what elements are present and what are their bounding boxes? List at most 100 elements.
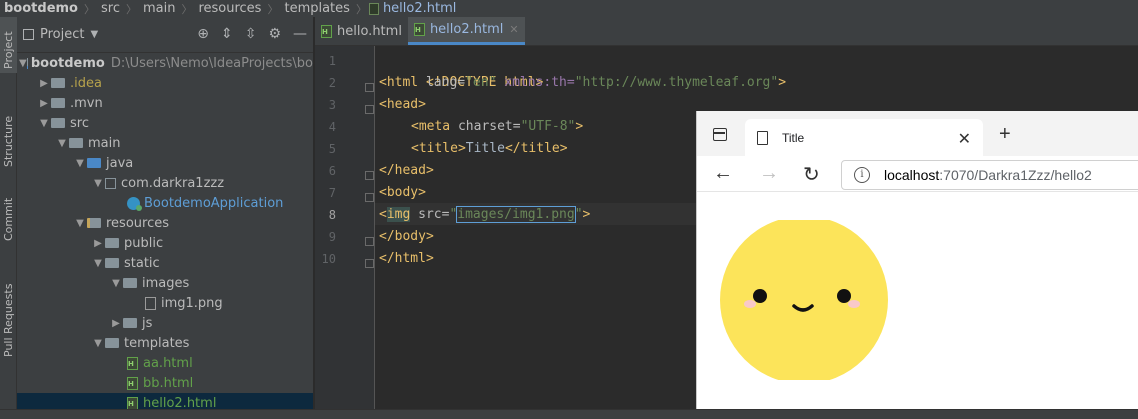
breadcrumb-item-main[interactable]: main <box>139 1 179 16</box>
code-token: <head> <box>379 97 426 112</box>
fold-marker-icon[interactable] <box>365 171 374 180</box>
tree-item-label: java <box>106 155 134 171</box>
tree-item-java[interactable]: ▼ java <box>17 153 313 173</box>
gear-icon[interactable]: ⚙ <box>268 26 281 42</box>
back-icon[interactable]: ← <box>713 162 733 185</box>
tool-tab-pull-requests-label: Pull Requests <box>2 283 15 357</box>
breadcrumb-item-resources[interactable]: resources <box>194 1 265 16</box>
tree-item-main[interactable]: ▼ main <box>17 133 313 153</box>
code-line-3: <head> <box>379 94 426 116</box>
tool-tab-commit[interactable]: Commit <box>0 187 17 243</box>
breadcrumb-item-src[interactable]: src <box>97 1 124 16</box>
code-token: </html> <box>379 251 434 266</box>
line-number-current: 8 <box>328 208 336 222</box>
expand-all-icon[interactable]: ⇕ <box>221 26 233 42</box>
tree-item-idea[interactable]: ▶ .idea <box>17 73 313 93</box>
browser-content <box>697 192 1138 409</box>
hide-panel-icon[interactable]: — <box>293 26 307 42</box>
project-panel-header: Project ▼ ⊕ ⇕ ⇳ ⚙ — <box>17 17 313 53</box>
collapse-all-icon[interactable]: ⇳ <box>245 26 257 42</box>
code-token-highlighted: images/img1.png <box>456 206 576 223</box>
folder-icon <box>51 98 65 108</box>
code-token: lang= <box>418 75 466 90</box>
tree-item-public[interactable]: ▶ public <box>17 233 313 253</box>
fold-marker-icon[interactable] <box>365 259 374 268</box>
editor-tab-hello[interactable]: hello.html <box>315 17 408 45</box>
close-icon[interactable]: ✕ <box>509 23 518 36</box>
tree-item-src[interactable]: ▼ src <box>17 113 313 133</box>
code-token: < <box>379 207 387 222</box>
chevron-right-icon: 〉 <box>83 2 95 16</box>
breadcrumb-item-bootdemo[interactable]: bootdemo <box>0 1 82 16</box>
html-file-icon <box>321 24 332 38</box>
new-tab-icon[interactable]: + <box>999 123 1011 146</box>
line-number: 10 <box>321 252 336 266</box>
tree-item-templates[interactable]: ▼ templates <box>17 333 313 353</box>
html-file-icon <box>127 376 138 390</box>
folder-icon <box>51 118 65 128</box>
chevron-down-icon[interactable]: ▼ <box>90 29 98 40</box>
reload-icon[interactable]: ↻ <box>803 162 820 187</box>
tree-item-img1[interactable]: img1.png <box>17 293 313 313</box>
tree-item-static[interactable]: ▼ static <box>17 253 313 273</box>
url-path: :7070/Darkra1Zzz/hello2 <box>939 167 1092 183</box>
code-token: > <box>575 119 584 134</box>
chevron-down-icon[interactable]: ▼ <box>55 138 69 149</box>
code-line-5: <title>Title</title> <box>411 138 568 160</box>
browser-window: Title ✕ + ← → ↻ i localhost:7070/Darkra1… <box>696 111 1138 409</box>
tab-actions-icon[interactable] <box>713 128 727 141</box>
fold-marker-icon[interactable] <box>365 193 374 202</box>
tree-item-bootdemoapplication[interactable]: BootdemoApplication <box>17 193 313 213</box>
info-icon[interactable]: i <box>854 167 870 183</box>
project-view-icon <box>23 29 34 40</box>
fold-marker-icon[interactable] <box>365 105 374 114</box>
chevron-down-icon[interactable]: ▼ <box>91 338 105 349</box>
chevron-down-icon[interactable]: ▼ <box>73 218 87 229</box>
chevron-right-icon[interactable]: ▶ <box>37 98 51 109</box>
tree-item-bootdemo[interactable]: ▼ bootdemo D:\Users\Nemo\IdeaProjects\bo <box>17 53 313 73</box>
tree-item-images[interactable]: ▼ images <box>17 273 313 293</box>
tool-tab-pull-requests[interactable]: Pull Requests <box>0 267 17 359</box>
tree-item-hello2-html[interactable]: hello2.html <box>17 393 313 409</box>
browser-tab[interactable]: Title ✕ <box>745 119 983 156</box>
tree-item-resources[interactable]: ▼ resources <box>17 213 313 233</box>
breadcrumb-item-hello2[interactable]: hello2.html <box>383 1 460 16</box>
fold-marker-icon[interactable] <box>365 237 374 246</box>
code-token: > <box>582 207 591 222</box>
chevron-down-icon[interactable]: ▼ <box>73 158 87 169</box>
chevron-right-icon[interactable]: ▶ <box>37 78 51 89</box>
forward-icon[interactable]: → <box>759 162 779 185</box>
address-bar[interactable]: i localhost:7070/Darkra1Zzz/hello2 <box>841 160 1138 190</box>
chevron-right-icon[interactable]: ▶ <box>91 238 105 249</box>
chevron-right-icon[interactable]: ▶ <box>109 318 123 329</box>
code-token: </head> <box>379 163 434 178</box>
tool-tab-structure[interactable]: Structure <box>0 99 17 169</box>
project-view-selector[interactable]: Project <box>40 27 84 42</box>
code-token: src= <box>410 207 450 222</box>
code-token: > <box>778 75 787 90</box>
chevron-down-icon[interactable]: ▼ <box>91 258 105 269</box>
chevron-down-icon[interactable]: ▼ <box>19 58 27 69</box>
fold-marker-icon[interactable] <box>365 83 374 92</box>
chevron-down-icon[interactable]: ▼ <box>109 278 123 289</box>
code-token: "UTF-8" <box>520 119 576 134</box>
breadcrumb-item-templates[interactable]: templates <box>280 1 353 16</box>
tool-tab-project[interactable]: Project <box>0 17 17 73</box>
close-icon[interactable]: ✕ <box>958 129 971 149</box>
chevron-down-icon[interactable]: ▼ <box>91 178 105 189</box>
tool-tab-structure-label: Structure <box>2 115 15 167</box>
code-line-9: </body> <box>379 226 434 248</box>
line-number: 3 <box>328 98 336 112</box>
editor-tab-label: hello.html <box>337 23 402 39</box>
tree-item-mvn[interactable]: ▶ .mvn <box>17 93 313 113</box>
tree-item-bb-html[interactable]: bb.html <box>17 373 313 393</box>
line-number: 5 <box>328 142 336 156</box>
tool-tab-project-label: Project <box>2 31 15 69</box>
tree-item-aa-html[interactable]: aa.html <box>17 353 313 373</box>
tree-item-package[interactable]: ▼ com.darkra1zzz <box>17 173 313 193</box>
locate-file-icon[interactable]: ⊕ <box>197 26 209 42</box>
chevron-down-icon[interactable]: ▼ <box>37 118 51 129</box>
editor-tab-hello2[interactable]: hello2.html ✕ <box>407 17 525 45</box>
tree-item-js[interactable]: ▶ js <box>17 313 313 333</box>
tree-item-label: com.darkra1zzz <box>121 175 225 191</box>
